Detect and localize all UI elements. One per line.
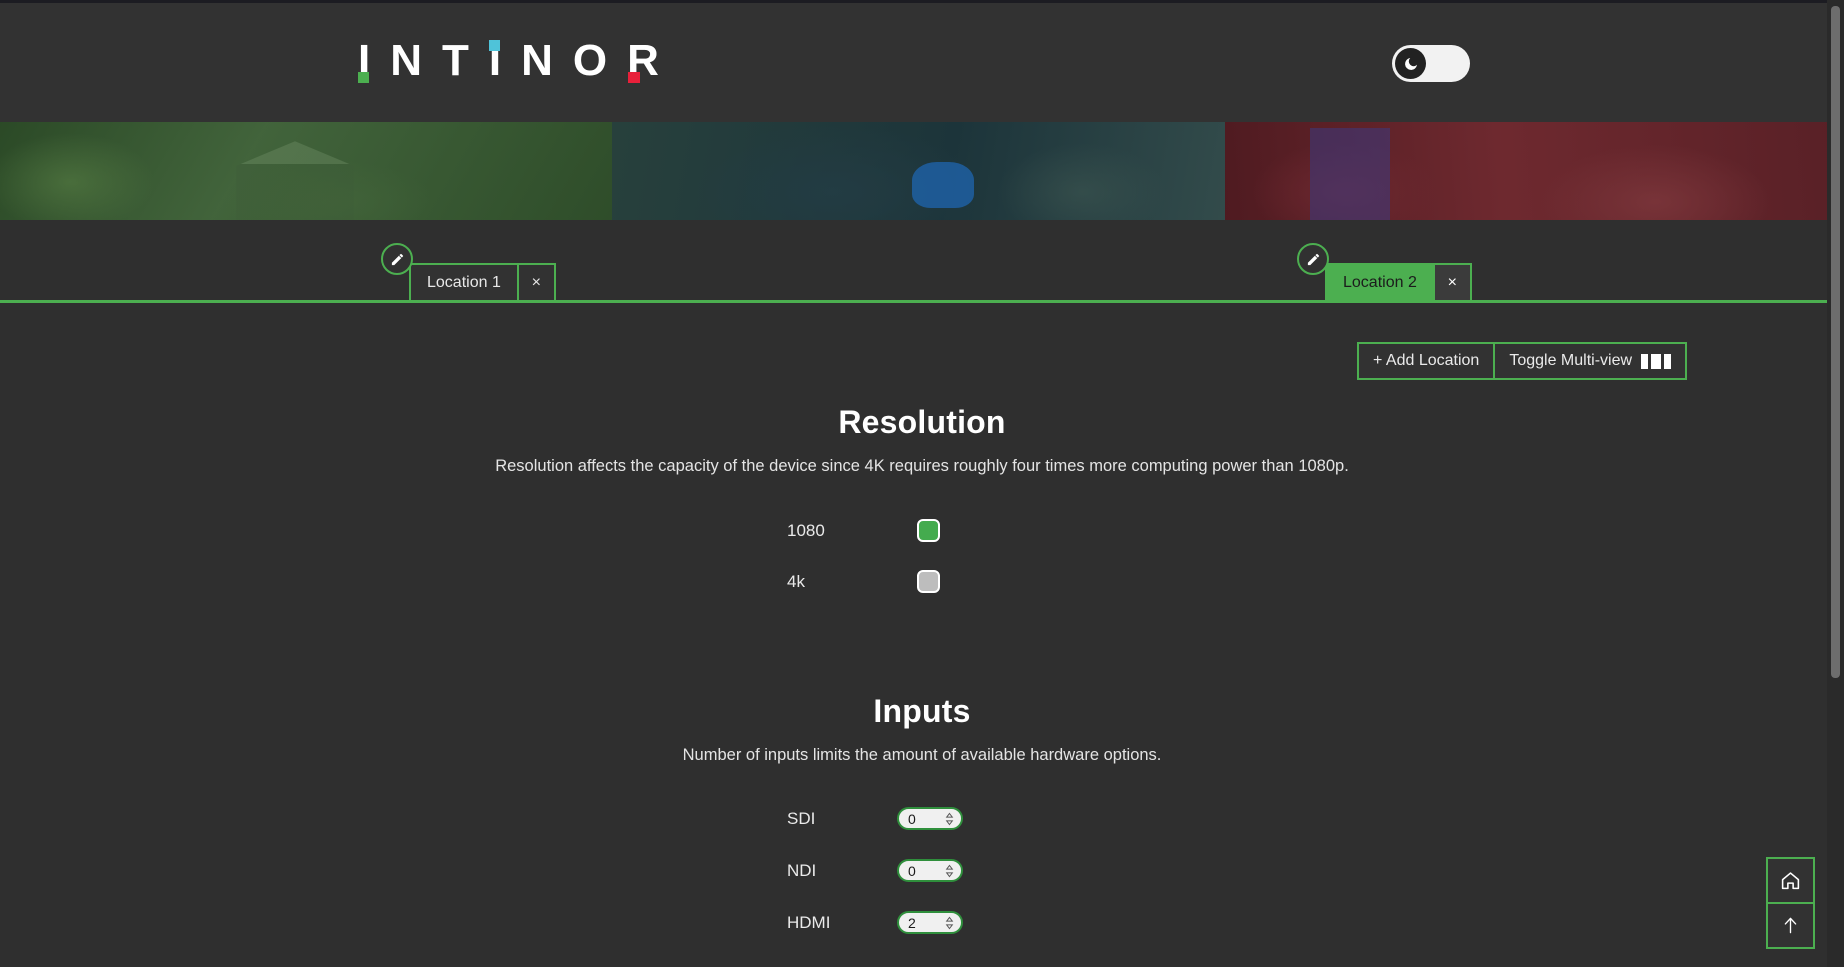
hdmi-number-value: 2 — [908, 914, 916, 931]
toggle-multiview-button[interactable]: Toggle Multi-view — [1493, 344, 1686, 378]
app-header: I N T I N O R — [0, 0, 1844, 122]
dark-mode-toggle-track[interactable] — [1392, 45, 1470, 82]
pencil-icon — [391, 253, 403, 265]
logo-letter-t: T — [442, 36, 469, 85]
resolution-option-1080[interactable]: 1080 — [787, 519, 1057, 542]
resolution-options: 1080 4k — [0, 519, 1844, 593]
resolution-option-4k[interactable]: 4k — [787, 570, 1057, 593]
inputs-fields: SDI 0 NDI 0 HDMI 2 — [0, 807, 1844, 934]
close-location-1-button[interactable]: × — [518, 263, 556, 300]
add-location-label: + Add Location — [1373, 352, 1480, 369]
resolution-option-4k-label: 4k — [787, 571, 805, 591]
inputs-section: Inputs Number of inputs limits the amoun… — [0, 693, 1844, 934]
banner-image-green — [0, 122, 612, 220]
logo-letter-i1: I — [358, 36, 371, 85]
resolution-option-1080-checkbox[interactable] — [917, 519, 940, 542]
logo-letter-i2: I — [488, 36, 502, 85]
location-tab-2-label[interactable]: Location 2 — [1325, 263, 1435, 300]
edit-location-2-button[interactable] — [1297, 243, 1329, 275]
dark-mode-toggle[interactable] — [1392, 45, 1470, 82]
resolution-description: Resolution affects the capacity of the d… — [495, 457, 1349, 475]
logo-accent — [358, 72, 369, 83]
page-scrollbar-thumb[interactable] — [1831, 6, 1840, 678]
home-icon — [1781, 872, 1800, 890]
dark-mode-toggle-knob[interactable] — [1395, 48, 1426, 79]
pencil-icon — [1307, 253, 1319, 265]
input-field-sdi-label: SDI — [787, 808, 816, 828]
input-field-hdmi: HDMI 2 — [787, 911, 1057, 934]
brand-logo: I N T I N O R — [358, 38, 659, 84]
tab-underline — [0, 300, 1844, 303]
page-scrollbar[interactable] — [1827, 0, 1844, 967]
banner-image-red — [1225, 122, 1844, 220]
toggle-multiview-label: Toggle Multi-view — [1509, 352, 1633, 369]
location-tab-1-label[interactable]: Location 1 — [409, 263, 519, 300]
hdmi-stepper[interactable] — [944, 915, 955, 930]
ndi-number-value: 0 — [908, 862, 916, 879]
close-location-2-button[interactable]: × — [1434, 263, 1472, 300]
location-tab-bar: Location 1 × Location 2 × — [0, 220, 1844, 344]
logo-accent — [628, 72, 641, 83]
scroll-top-button[interactable] — [1768, 902, 1813, 947]
page-root: I N T I N O R Location 1 × Location 2 × … — [0, 0, 1844, 967]
logo-letter-n1: N — [390, 36, 423, 85]
location-tab-2[interactable]: Location 2 × — [1297, 243, 1472, 300]
logo-letter-r: R — [627, 36, 659, 85]
resolution-option-1080-label: 1080 — [787, 520, 825, 540]
stepper-arrows-icon — [945, 916, 954, 929]
arrow-up-icon — [1784, 917, 1797, 934]
floating-nav-buttons — [1766, 857, 1815, 949]
add-location-button[interactable]: + Add Location — [1359, 344, 1494, 378]
input-field-hdmi-label: HDMI — [787, 912, 831, 932]
sdi-number-value: 0 — [908, 810, 916, 827]
banner-image-teal — [612, 122, 1225, 220]
sdi-stepper[interactable] — [944, 811, 955, 826]
stepper-arrows-icon — [945, 864, 954, 877]
resolution-section: Resolution Resolution affects the capaci… — [0, 404, 1844, 593]
input-field-ndi-label: NDI — [787, 860, 817, 880]
location-actions: + Add Location Toggle Multi-view — [1357, 342, 1688, 380]
input-field-ndi: NDI 0 — [787, 859, 1057, 882]
resolution-title: Resolution — [838, 404, 1006, 440]
header-top-rule — [0, 0, 1844, 3]
resolution-option-4k-checkbox[interactable] — [917, 570, 940, 593]
ndi-number-input[interactable]: 0 — [897, 859, 963, 882]
edit-location-1-button[interactable] — [381, 243, 413, 275]
logo-letter-o: O — [572, 36, 608, 85]
logo-accent — [488, 40, 500, 51]
logo-letter-n2: N — [521, 36, 553, 85]
hdmi-number-input[interactable]: 2 — [897, 911, 963, 934]
home-button[interactable] — [1768, 859, 1813, 902]
moon-icon — [1404, 57, 1417, 70]
multiview-panels-icon — [1641, 353, 1672, 369]
input-field-sdi: SDI 0 — [787, 807, 1057, 830]
inputs-title: Inputs — [873, 693, 971, 729]
banner-strip — [0, 122, 1844, 220]
ndi-stepper[interactable] — [944, 863, 955, 878]
location-tab-1[interactable]: Location 1 × — [381, 243, 556, 300]
sdi-number-input[interactable]: 0 — [897, 807, 963, 830]
stepper-arrows-icon — [945, 812, 954, 825]
inputs-description: Number of inputs limits the amount of av… — [682, 746, 1162, 764]
